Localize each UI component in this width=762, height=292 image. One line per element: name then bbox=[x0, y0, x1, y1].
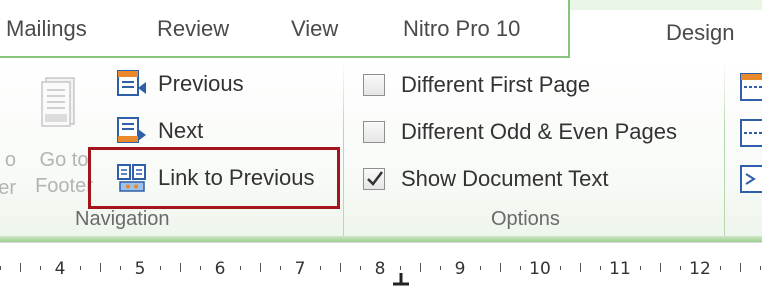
ruler-tick bbox=[320, 266, 321, 270]
show-document-text-label: Show Document Text bbox=[401, 166, 609, 191]
ruler-tick bbox=[0, 266, 1, 270]
checkmark-icon bbox=[367, 171, 383, 186]
ruler-tick bbox=[40, 266, 41, 270]
ruler-tick bbox=[200, 266, 201, 270]
insert-alignment-tab-icon[interactable] bbox=[740, 164, 762, 199]
ruler-number: 5 bbox=[134, 259, 146, 279]
footer-position-icon[interactable] bbox=[740, 118, 762, 153]
tab-mailings[interactable]: Mailings bbox=[6, 16, 87, 42]
ruler-tick bbox=[180, 263, 181, 272]
tab-review[interactable]: Review bbox=[157, 16, 229, 42]
ruler-tick bbox=[500, 263, 501, 272]
go-to-footer-label-line1: Go to bbox=[39, 149, 89, 171]
ruler-tick bbox=[660, 263, 661, 272]
ruler-tick bbox=[280, 266, 281, 270]
header-position-icon[interactable] bbox=[740, 72, 762, 107]
tab-nitro-pro[interactable]: Nitro Pro 10 bbox=[403, 16, 520, 42]
show-document-text-check[interactable] bbox=[363, 168, 385, 190]
group-separator bbox=[343, 58, 344, 236]
ruler-number: 6 bbox=[214, 259, 226, 279]
next-button[interactable]: Next bbox=[116, 115, 203, 147]
different-first-page-label: Different First Page bbox=[401, 72, 591, 97]
ruler-number: 7 bbox=[294, 259, 306, 279]
ruler-tick bbox=[600, 266, 601, 270]
tab-design[interactable]: Design bbox=[666, 20, 734, 46]
go-to-header-label-line1: o bbox=[4, 149, 16, 171]
different-first-page-checkbox[interactable]: Different First Page bbox=[363, 72, 590, 98]
ruler-tick bbox=[260, 263, 261, 272]
footer-page-icon bbox=[40, 76, 78, 133]
ruler-tick bbox=[20, 263, 21, 272]
next-label: Next bbox=[158, 118, 204, 143]
ruler-tick bbox=[360, 266, 361, 270]
ruler-tick bbox=[100, 263, 101, 272]
ruler-tick bbox=[240, 266, 241, 270]
navigation-group-label: Navigation bbox=[75, 208, 170, 230]
horizontal-ruler[interactable]: 4 5 6 7 8 9 10 11 12 bbox=[0, 242, 762, 289]
previous-button[interactable]: Previous bbox=[116, 68, 244, 100]
go-to-header-label-line2: er bbox=[0, 177, 16, 199]
different-odd-even-label: Different Odd & Even Pages bbox=[401, 119, 677, 144]
ruler-tick bbox=[420, 263, 421, 272]
previous-label: Previous bbox=[158, 71, 244, 96]
ribbon-tab-strip: Mailings Review View Nitro Pro 10 Design bbox=[0, 0, 762, 58]
ruler-tick bbox=[160, 266, 161, 270]
go-to-header-button[interactable]: o er bbox=[0, 146, 16, 206]
ruler-number: 8 bbox=[374, 259, 386, 279]
group-separator bbox=[724, 58, 725, 236]
ruler-tick bbox=[680, 266, 681, 270]
ruler-tick bbox=[760, 266, 761, 270]
previous-section-icon bbox=[116, 68, 148, 100]
ruler-tick bbox=[120, 266, 121, 270]
contextual-tab-divider bbox=[568, 0, 570, 58]
ruler-tick bbox=[580, 263, 581, 272]
ruler-tick bbox=[480, 266, 481, 270]
options-group-label: Options bbox=[491, 208, 560, 230]
ruler-number: 10 bbox=[529, 259, 551, 279]
ruler-tick bbox=[740, 263, 741, 272]
go-to-footer-label-line2: Footer bbox=[35, 175, 93, 197]
link-to-previous-button[interactable]: Link to Previous bbox=[116, 162, 315, 194]
ruler-number: 12 bbox=[689, 259, 711, 279]
ribbon-body: o er Go to Footer Previous Next Link to … bbox=[0, 58, 762, 236]
tab-view[interactable]: View bbox=[291, 16, 338, 42]
ruler-number: 11 bbox=[609, 259, 631, 279]
ruler-tick bbox=[400, 266, 401, 270]
different-first-page-check[interactable] bbox=[363, 74, 385, 96]
show-document-text-checkbox[interactable]: Show Document Text bbox=[363, 166, 608, 192]
different-odd-even-check[interactable] bbox=[363, 121, 385, 143]
ruler-number: 9 bbox=[454, 259, 466, 279]
link-to-previous-icon bbox=[116, 162, 148, 194]
ruler-tick bbox=[640, 266, 641, 270]
ruler-tick bbox=[720, 266, 721, 270]
tab-stop-marker[interactable] bbox=[393, 273, 409, 292]
next-section-icon bbox=[116, 115, 148, 147]
ruler-tick bbox=[80, 266, 81, 270]
ruler-tick bbox=[520, 266, 521, 270]
contextual-tab-band bbox=[568, 0, 762, 10]
link-to-previous-label: Link to Previous bbox=[158, 165, 315, 190]
ruler-tick bbox=[440, 266, 441, 270]
different-odd-even-checkbox[interactable]: Different Odd & Even Pages bbox=[363, 119, 677, 145]
ruler-tick bbox=[560, 266, 561, 270]
go-to-footer-button[interactable]: Go to Footer bbox=[26, 72, 102, 200]
ruler-tick bbox=[340, 263, 341, 272]
ruler-number: 4 bbox=[54, 259, 66, 279]
